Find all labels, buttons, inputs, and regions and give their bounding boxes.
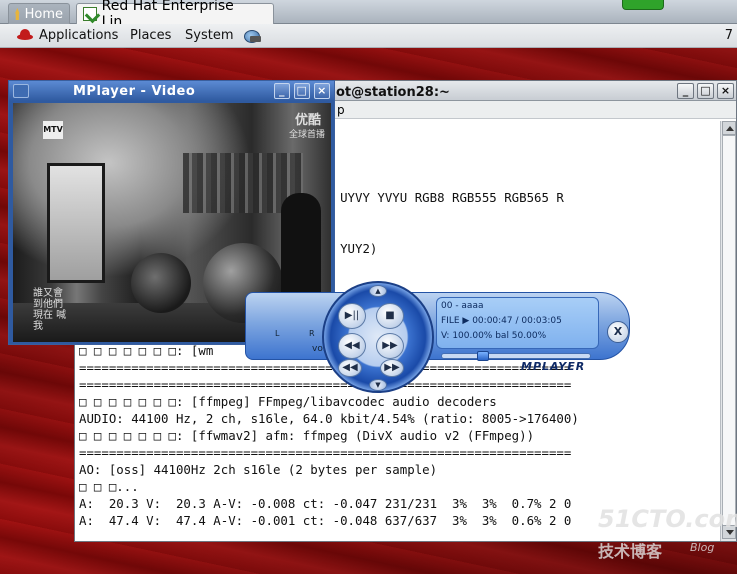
volume-area[interactable]: L R vol [265,329,325,359]
seek-bar[interactable] [441,351,591,361]
forward-icon[interactable]: ▶▶ [376,333,404,359]
video-close-button[interactable]: × [314,83,330,99]
video-minimize-button[interactable]: _ [274,83,290,99]
mplayer-video-titlebar[interactable]: MPlayer - Video _ □ × [9,81,334,101]
menu-applications[interactable]: Applications [39,28,118,43]
minimize-button[interactable]: _ [677,83,694,99]
menu-places[interactable]: Places [130,28,171,43]
control-ring: ▲ ▶|| ■ ◀◀ ▶▶ ◀◀ ▶▶ ▼ [322,281,434,393]
top-panel: Applications Places System 7 [0,24,737,48]
stop-icon[interactable]: ■ [376,303,404,329]
prev-track-icon[interactable]: ◀◀ [338,359,362,377]
home-icon [15,8,20,20]
track-time: FILE ▶ 00:00:47 / 00:03:05 [441,316,562,326]
terminal-line: □ □ □ □ □ □ □: [ffmpeg] FFmpeg/libavcode… [79,394,497,409]
network-icon[interactable] [242,27,262,44]
panel-right-text: 7 [724,28,733,43]
close-button[interactable]: × [717,83,734,99]
video-window-light [47,163,105,283]
watermark-sub: 技术博客 [598,542,663,561]
skin-close-button[interactable]: X [607,321,629,343]
maximize-button[interactable]: □ [697,83,714,99]
green-indicator-button[interactable] [622,0,664,10]
terminal-line: AO: [oss] 44100Hz 2ch s16le (2 bytes per… [79,462,438,477]
scroll-up-arrow-icon[interactable] [722,121,736,135]
track-display: 00 - aaaa FILE ▶ 00:00:47 / 00:03:05 V: … [436,297,599,349]
next-track-icon[interactable]: ▶▶ [380,359,404,377]
terminal-title: ot@station28:~ [336,85,450,100]
terminal-line: ========================================… [79,445,572,460]
menu-system[interactable]: System [185,28,233,43]
watermark-logo: 51CTO.com [598,505,737,533]
play-pause-icon[interactable]: ▶|| [338,303,366,329]
terminal-menu-fragment[interactable]: p [337,103,345,117]
terminal-scrollbar[interactable] [720,121,736,541]
vol-right-label: R [309,329,315,338]
window-menu-icon[interactable] [13,84,29,98]
menu-down-icon[interactable]: ▼ [369,379,387,391]
video-maximize-button[interactable]: □ [294,83,310,99]
track-info: V: 100.00% bal 50.00% [441,331,547,341]
mplayer-control-panel[interactable]: L R vol ▲ ▶|| ■ ◀◀ ▶▶ ◀◀ ▶▶ ▼ 00 - aaaa … [245,281,630,393]
tab-home-label: Home [24,6,63,22]
video-brand-logo: 优酷 [294,113,321,128]
video-brand-sub: 全球首播 [288,130,325,140]
rh-favicon-icon [83,7,97,21]
tab-redhat[interactable]: Red Hat Enterprise Lin... [76,0,274,30]
mtv-logo: MTV [43,121,63,139]
scroll-thumb[interactable] [722,135,736,535]
rewind-icon[interactable]: ◀◀ [338,333,366,359]
terminal-line: □ □ □... [79,479,139,494]
tab-home[interactable]: Home [8,3,70,24]
mplayer-logo: MPLAYER [521,360,586,373]
terminal-line: AUDIO: 44100 Hz, 2 ch, s16le, 64.0 kbit/… [79,411,579,426]
eject-up-icon[interactable]: ▲ [369,285,387,297]
time-label: FILE [441,316,460,326]
vol-left-label: L [275,329,280,338]
watermark-tag: Blog [690,541,715,554]
terminal-line: □ □ □ □ □ □ □: [ffwmav2] afm: ffmpeg (Di… [79,428,535,443]
seek-knob[interactable] [477,351,490,361]
tab-strip: Home Red Hat Enterprise Lin... [0,0,737,30]
redhat-logo-icon[interactable] [16,28,34,42]
video-globe-small [131,253,191,313]
mplayer-video-title: MPlayer - Video [73,84,196,99]
time-value: 00:00:47 / 00:03:05 [472,316,562,326]
video-subtitle: 誰又會 到他們 現在 喊我 [33,288,67,332]
track-name: 00 - aaaa [441,301,484,311]
